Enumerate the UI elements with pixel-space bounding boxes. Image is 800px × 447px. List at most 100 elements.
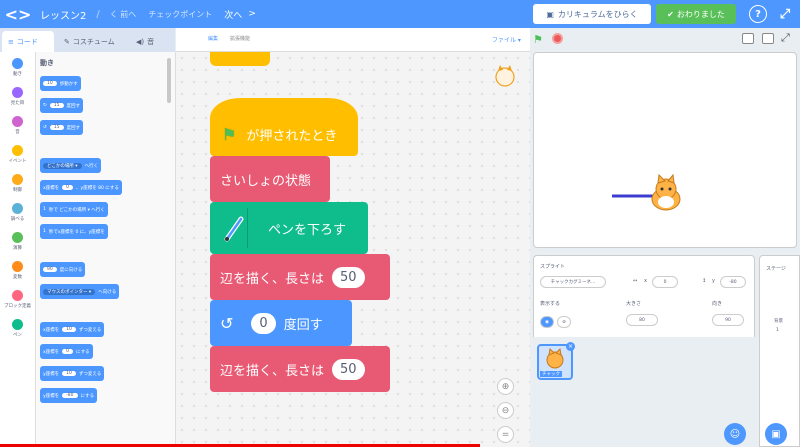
category-9[interactable]: ペン xyxy=(0,315,35,342)
file-menu[interactable]: ファイル ▾ xyxy=(492,35,521,44)
tab-code[interactable]: ≡ コード xyxy=(2,31,54,52)
category-label: 動き xyxy=(13,72,22,77)
category-label: 制御 xyxy=(13,188,22,193)
zoom-reset-icon[interactable]: = xyxy=(497,426,514,443)
category-8[interactable]: ブロック定義 xyxy=(0,286,35,313)
pen-down-label: ペンを下ろす xyxy=(268,222,347,238)
y-label: y xyxy=(712,278,715,284)
direction-field[interactable]: 90 xyxy=(712,314,744,326)
block-value-input[interactable]: 10 xyxy=(62,327,76,332)
zoom-in-icon[interactable]: ⊕ xyxy=(497,378,514,395)
palette-motion-block[interactable]: 90 度に向ける xyxy=(40,262,86,277)
block-value-input[interactable]: 15 xyxy=(49,103,64,108)
category-4[interactable]: 制御 xyxy=(0,170,35,197)
rotate-left-icon: ↺ xyxy=(220,313,234,333)
small-stage-icon[interactable] xyxy=(742,33,754,44)
block-value-input[interactable]: 90 xyxy=(43,267,57,272)
palette-motion-block[interactable]: 1 秒でx座標を 0 に、y座標を xyxy=(40,224,108,239)
backdrop-label: 背景 xyxy=(774,319,783,324)
length-input-2[interactable]: 50 xyxy=(332,358,365,380)
zoom-out-icon[interactable]: ⊖ xyxy=(497,402,514,419)
when-flag-clicked-block[interactable]: ⚑ が押されたとき xyxy=(210,98,358,156)
block-value-input[interactable]: -80 xyxy=(62,393,78,398)
block-value-input[interactable]: 10 xyxy=(62,371,76,376)
checkpoint-link[interactable]: チェックポイント xyxy=(148,9,212,20)
hide-eye-icon[interactable]: ⊘ xyxy=(557,316,571,328)
script-block-stub[interactable] xyxy=(210,52,270,66)
pen-down-block[interactable]: ペンを下ろす xyxy=(210,202,368,254)
block-prefix: ↻ xyxy=(43,103,47,108)
y-position-field[interactable]: -80 xyxy=(720,276,746,288)
category-1[interactable]: 見た目 xyxy=(0,83,35,110)
sprite-thumbnail-label: チャック xyxy=(540,371,562,377)
block-text: 歩動かす xyxy=(59,81,78,87)
draw-side-block-2[interactable]: 辺を描く、長さは 50 xyxy=(210,346,390,392)
palette-motion-block[interactable]: y座標を 10 ずつ変える xyxy=(40,366,105,381)
category-dot-icon xyxy=(12,116,23,127)
block-prefix: x座標を xyxy=(43,327,60,333)
category-0[interactable]: 動き xyxy=(0,54,35,81)
palette-motion-block[interactable]: 1 秒で どこかの場所 ▾ へ行く xyxy=(40,202,108,217)
sprite-name-field[interactable]: チャックカグミーネ... xyxy=(540,276,606,288)
block-value-input[interactable]: 10 xyxy=(43,81,57,86)
initial-state-block[interactable]: さいしょの状態 xyxy=(210,156,330,202)
category-7[interactable]: 変数 xyxy=(0,257,35,284)
large-stage-icon[interactable] xyxy=(762,33,774,44)
add-backdrop-icon[interactable]: ▣ xyxy=(765,423,787,445)
size-field[interactable]: 80 xyxy=(626,314,658,326)
prev-link[interactable]: く 前へ xyxy=(110,9,137,20)
edit-tab[interactable]: 編集 xyxy=(208,35,218,42)
category-dot-icon xyxy=(12,319,23,330)
stop-icon[interactable] xyxy=(552,33,563,44)
x-position-field[interactable]: 0 xyxy=(652,276,678,288)
extension-tab[interactable]: 拡張機能 xyxy=(230,35,250,42)
block-value-input[interactable]: 0 xyxy=(62,185,74,190)
category-dot-icon xyxy=(12,174,23,185)
palette-motion-block[interactable]: y座標を -80 にする xyxy=(40,388,98,403)
turn-block[interactable]: ↺ 0 度回す xyxy=(210,300,352,346)
fullscreen-icon[interactable]: ⤢ xyxy=(776,5,794,23)
palette-motion-block[interactable]: x座標を 0 、y座標を 80 にする xyxy=(40,180,122,195)
block-prefix: y座標を xyxy=(43,393,60,399)
tab-costume[interactable]: ✎ コスチューム xyxy=(58,31,128,52)
palette-motion-block[interactable]: x座標を 10 ずつ変える xyxy=(40,322,105,337)
palette-motion-block[interactable]: ↻ 15 度回す xyxy=(40,98,84,113)
stage-selector-panel[interactable]: ステージ 背景 1 xyxy=(759,255,800,447)
category-3[interactable]: イベント xyxy=(0,141,35,168)
length-input-1[interactable]: 50 xyxy=(332,266,365,288)
add-sprite-icon[interactable]: ☺ xyxy=(724,423,746,445)
palette-motion-block[interactable]: 10 歩動かす xyxy=(40,76,81,91)
show-eye-icon[interactable]: ◉ xyxy=(540,316,554,328)
palette-scrollbar[interactable] xyxy=(167,58,171,103)
palette-motion-block[interactable]: x座標を 0 にする xyxy=(40,344,93,359)
direction-label: 向き xyxy=(712,301,723,307)
help-icon[interactable]: ? xyxy=(749,5,767,23)
block-text: にする xyxy=(80,393,95,399)
sprite-thumbnail[interactable]: チャック × xyxy=(537,342,575,380)
category-5[interactable]: 調べる xyxy=(0,199,35,226)
code-logo-icon[interactable]: <> xyxy=(0,0,36,28)
stage-canvas[interactable] xyxy=(533,52,797,248)
delete-sprite-icon[interactable]: × xyxy=(566,342,575,351)
block-value-input[interactable]: 0 xyxy=(62,349,74,354)
palette-motion-block[interactable]: ↺ 15 度回す xyxy=(40,120,84,135)
category-dot-icon xyxy=(12,290,23,301)
draw-side-block-1[interactable]: 辺を描く、長さは 50 xyxy=(210,254,390,300)
category-6[interactable]: 演算 xyxy=(0,228,35,255)
open-curriculum-button[interactable]: ▣ カリキュラムをひらく xyxy=(533,4,651,24)
green-flag-run-icon[interactable]: ⚑ xyxy=(533,33,543,46)
tab-sound-label: 音 xyxy=(147,37,155,46)
category-label: ブロック定義 xyxy=(4,304,31,309)
degree-input[interactable]: 0 xyxy=(251,312,276,334)
chevron-right-icon[interactable]: > xyxy=(248,9,256,19)
stage-fullscreen-icon[interactable]: ⤢ xyxy=(781,31,790,45)
palette-motion-block[interactable]: マウスのポインター ▾ へ向ける xyxy=(40,284,120,299)
block-value-input[interactable]: 15 xyxy=(49,125,64,130)
done-button[interactable]: ✔ おわりました xyxy=(656,4,736,24)
palette-motion-block[interactable]: どこかの場所 ▾ へ行く xyxy=(40,158,102,173)
category-2[interactable]: 音 xyxy=(0,112,35,139)
tab-sound[interactable]: ◀) 音 xyxy=(130,31,172,52)
done-label: おわりました xyxy=(676,9,725,19)
next-link[interactable]: 次へ xyxy=(224,8,242,21)
code-icon: ≡ xyxy=(8,37,14,46)
